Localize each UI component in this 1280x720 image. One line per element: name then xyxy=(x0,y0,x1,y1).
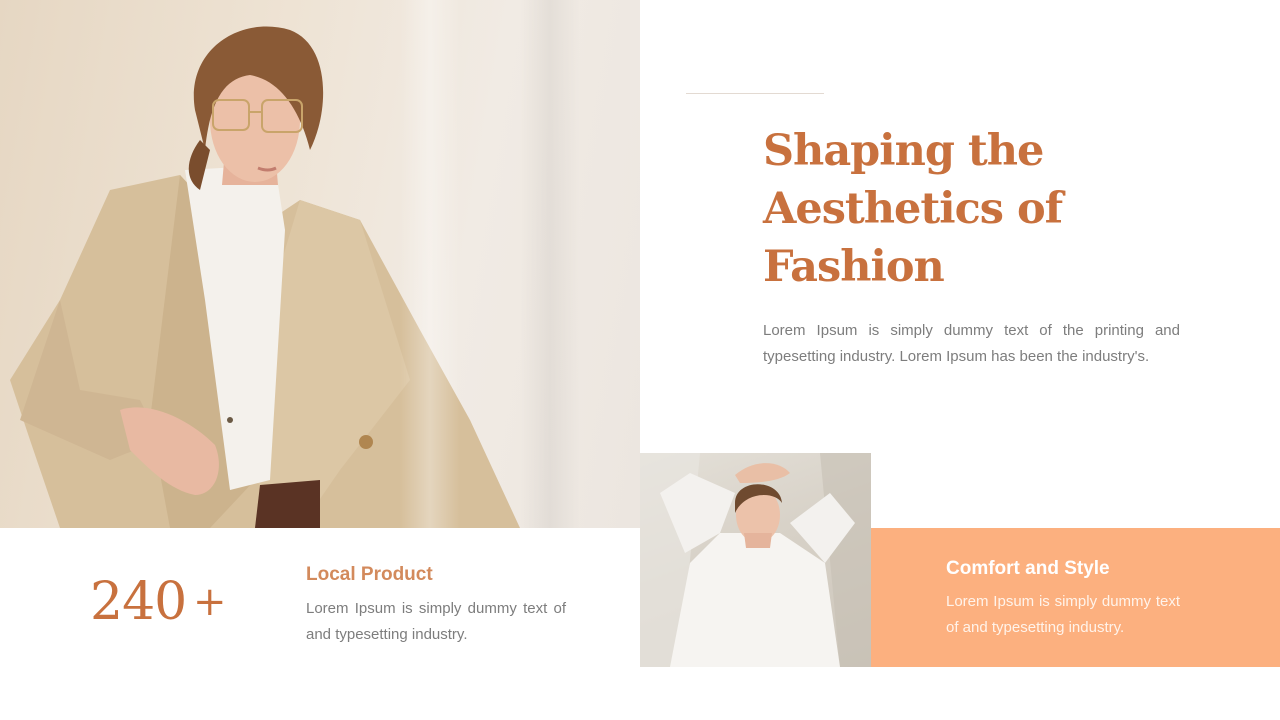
headline-line-2: Aesthetics of xyxy=(763,184,1063,234)
secondary-model-photo xyxy=(640,453,871,667)
stat-plus-sign: + xyxy=(193,579,227,625)
comfort-style-card: Comfort and Style Lorem Ipsum is simply … xyxy=(871,528,1280,667)
accent-divider xyxy=(686,93,824,94)
card-title: Comfort and Style xyxy=(946,558,1110,579)
card-text: Lorem Ipsum is simply dummy text of and … xyxy=(946,593,1180,636)
main-model-photo xyxy=(0,0,640,528)
headline-line-3: Fashion xyxy=(763,242,945,292)
headline-line-1: Shaping the xyxy=(763,126,1044,176)
page-title: Shaping the Aesthetics of Fashion xyxy=(763,122,1143,296)
local-product-title: Local Product xyxy=(306,564,433,585)
stat-number: 240 xyxy=(90,572,187,632)
intro-text: Lorem Ipsum is simply dummy text of the … xyxy=(763,322,1180,365)
local-product-text: Lorem Ipsum is simply dummy text of and … xyxy=(306,600,566,643)
secondary-model-illustration xyxy=(640,453,871,667)
